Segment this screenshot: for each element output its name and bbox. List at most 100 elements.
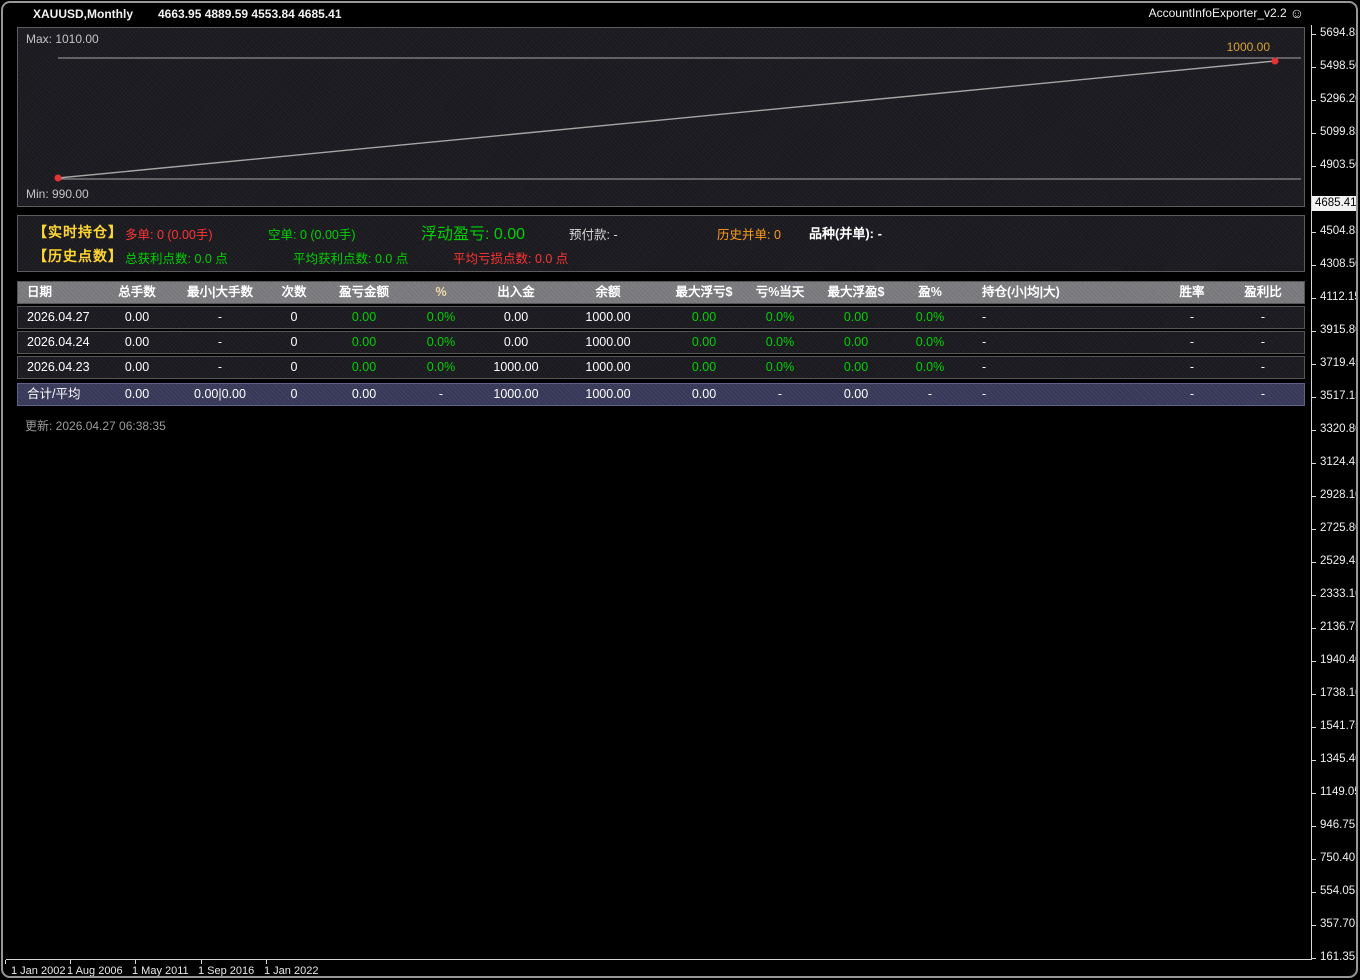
margin-value: 预付款: - [569,228,618,242]
price-tick-label: 5694.85 [1320,27,1358,39]
table-cell: - [1189,360,1195,374]
price-tick [1311,265,1316,266]
table-cell: - [217,360,223,374]
table-cell: 0.0% [426,360,456,374]
table-row: 2026.04.24 0.00 - 0 0.00 0.0% 0.00 1000.00 0.00 0… [17,331,1305,354]
table-cell: - [927,387,933,401]
price-tick [1311,727,1316,728]
time-tick [135,960,136,964]
time-tick-label: 1 Jan 2002 [11,965,66,977]
avg-profit-points-value: 平均获利点数: 0.0 点 [293,252,409,266]
price-tick-label: 4308.50 [1320,258,1358,270]
table-cell: - [1189,387,1195,401]
table-cell: 0.0% [426,310,456,324]
table-cell: 1000.00 [493,360,539,374]
table-cell: - [982,335,987,349]
table-cell: 余额 [595,285,621,299]
table-cell: 持仓(小|均|大) [982,285,1060,299]
time-tick-label: 1 Jan 2022 [264,965,319,977]
table-cell: 0.00 [503,310,529,324]
table-header-row: 日期 总手数 最小|大手数 次数 盈亏金额% 出入金 余额 最大浮亏$ 亏%当天 最大浮盈$ 盈% 持… [17,281,1305,304]
price-tick-label: 357.70 [1320,918,1356,930]
price-tick [1311,496,1316,497]
avg-loss-points-value: 平均亏损点数: 0.0 点 [453,252,569,266]
price-tick [1311,100,1316,101]
price-tick [1311,397,1316,398]
table-cell: - [777,387,783,401]
history-points-section-label: 【历史点数】 [33,248,123,264]
price-tick [1311,628,1316,629]
account-info-panel: 【实时持仓】 多单: 0 (0.00手) 空单: 0 (0.00手) 浮动盈亏:… [17,215,1305,272]
equity-min-label: Min: 990.00 [26,187,89,201]
floating-pnl-value: 浮动盈亏: 0.00 [421,226,526,243]
table-cell: 0 [290,310,298,324]
table-cell: 0.00 [843,335,869,349]
table-row: 2026.04.27 0.00 - 0 0.00 0.0% 0.00 1000.00 0.00 0… [17,306,1305,329]
price-tick-label: 1149.05 [1320,786,1358,798]
equity-chart-panel[interactable]: Max: 1010.00 Min: 990.00 1000.00 [17,27,1305,207]
price-tick-label: 5498.50 [1320,60,1358,72]
update-timestamp: 更新: 2026.04.27 06:38:35 [25,419,166,433]
table-cell: 0.00 [691,387,717,401]
table-cell: 0.00 [691,335,717,349]
price-tick [1311,430,1316,431]
equity-start-dot [54,174,62,182]
table-cell: 盈利比 [1244,285,1282,299]
table-cell: - [1189,310,1195,324]
price-tick-label: 2725.80 [1320,522,1358,534]
table-cell: 0.0% [426,335,456,349]
equity-curve-svg [54,57,1301,182]
ea-name-label: AccountInfoExporter_v2.2 [1148,6,1287,20]
table-cell: 0.00 [843,360,869,374]
table-cell: 0.00 [351,360,377,374]
symbol-period-label: XAUUSD,Monthly [33,7,133,21]
mt4-chart-window: XAUUSD,Monthly 4663.95 4889.59 4553.84 4… [1,1,1358,978]
table-cell: - [1260,387,1266,401]
price-tick-label: 946.75 [1320,819,1356,831]
table-cell: 1000.00 [585,310,631,324]
price-tick-label: 2928.10 [1320,489,1358,501]
equity-last-value-label: 1000.00 [1226,40,1270,54]
table-cell: 0.00 [124,335,150,349]
price-tick [1311,760,1316,761]
price-tick-label: 3517.15 [1320,390,1358,402]
table-cell: 0.00 [124,387,150,401]
price-tick [1311,67,1316,68]
table-cell: 0 [290,387,298,401]
price-tick [1311,595,1316,596]
price-tick-label: 750.40 [1320,852,1356,864]
price-tick-label: 1940.40 [1320,654,1358,666]
price-tick-label: 4112.15 [1320,291,1358,303]
table-cell: 0.00 [124,360,150,374]
price-scale[interactable]: 5694.85 5498.50 5296.20 5099.85 4903.50 4504.… [1311,3,1358,976]
price-tick-label: 2136.75 [1320,621,1358,633]
price-tick [1311,166,1316,167]
long-orders-value: 多单: 0 (0.00手) [125,228,213,242]
table-cell: 0 [290,360,298,374]
current-price-tag: 4685.41 [1312,196,1356,211]
price-tick-label: 5099.85 [1320,126,1358,138]
table-cell: - [982,310,987,324]
history-merged-orders-value: 历史并单: 0 [717,228,781,242]
daily-stats-table: 日期 总手数 最小|大手数 次数 盈亏金额% 出入金 余额 最大浮亏$ 亏%当天 最大浮盈$ 盈% 持… [17,281,1305,408]
table-cell: 0.0% [765,360,795,374]
table-cell: - [1260,310,1266,324]
table-cell: 盈亏金额 [338,285,389,299]
ohlc-values: 4663.95 4889.59 4553.84 4685.41 [158,7,342,21]
table-cell: 2026.04.23 [27,360,90,374]
price-tick [1311,826,1316,827]
price-tick [1311,694,1316,695]
time-axis[interactable]: 1 Jan 2002 1 Aug 2006 1 May 2011 1 Sep 2016… [3,959,1356,977]
ea-title: AccountInfoExporter_v2.2 ☺ [1149,6,1304,20]
table-cell: 0.00 [843,387,869,401]
time-tick-label: 1 Sep 2016 [198,965,255,977]
table-cell: 2026.04.24 [27,335,90,349]
price-tick [1311,298,1316,299]
table-cell: 1000.00 [493,387,539,401]
price-tick [1311,232,1316,233]
table-cell: 0.0% [915,360,945,374]
table-cell: 0 [290,335,298,349]
equity-end-dot [1271,57,1279,65]
price-tick-label: 5296.20 [1320,93,1358,105]
total-profit-points-value: 总获利点数: 0.0 点 [125,252,228,266]
